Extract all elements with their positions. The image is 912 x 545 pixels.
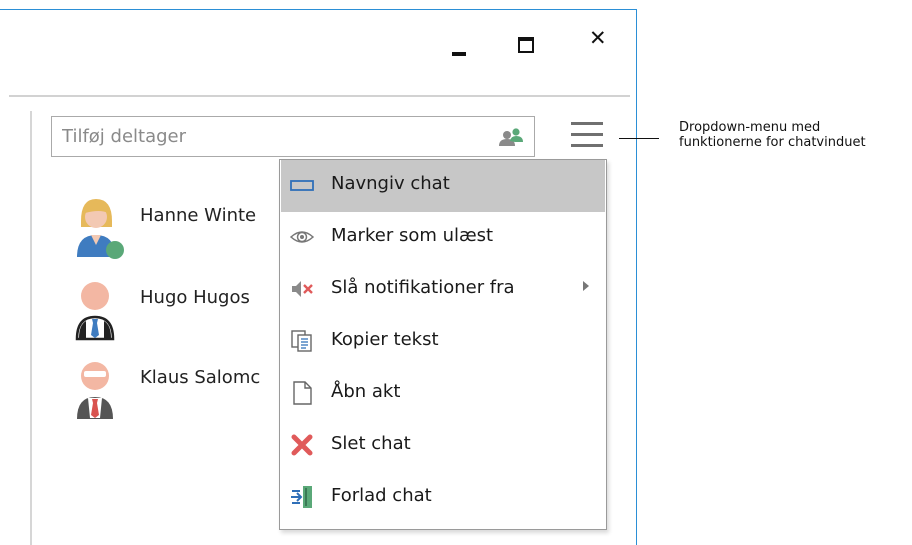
document-icon — [293, 381, 312, 405]
maximize-button[interactable] — [518, 37, 534, 53]
menu-item-label: Forlad chat — [331, 485, 432, 506]
participant-name: Hanne Winte — [140, 205, 257, 226]
menu-item-leave-chat[interactable]: Forlad chat — [281, 472, 605, 524]
add-participant-field[interactable] — [51, 116, 535, 157]
annotation-text: Dropdown-menu med funktionerne for chatv… — [679, 120, 909, 150]
menu-item-open-file[interactable]: Åbn akt — [281, 368, 605, 420]
minimize-button[interactable] — [452, 52, 466, 56]
menu-item-mark-unread[interactable]: Marker som ulæst — [281, 212, 605, 264]
female-avatar-icon — [77, 199, 124, 259]
menu-item-label: Navngiv chat — [331, 173, 450, 194]
eye-icon — [290, 231, 314, 243]
male-avatar-icon — [77, 362, 113, 419]
people-icon[interactable] — [498, 126, 524, 148]
participant-name: Hugo Hugos — [140, 287, 250, 308]
menu-item-label: Marker som ulæst — [331, 225, 494, 246]
close-button[interactable]: ✕ — [589, 28, 607, 49]
menu-item-label: Slet chat — [331, 433, 411, 454]
add-participant-input[interactable] — [62, 123, 482, 149]
menu-item-mute-notifications[interactable]: Slå notifikationer fra — [281, 264, 605, 316]
leave-icon — [291, 486, 312, 508]
left-divider — [30, 111, 32, 545]
window-border-right — [636, 9, 637, 545]
annotation-line — [619, 138, 659, 139]
menu-item-label: Åbn akt — [331, 381, 401, 402]
copy-icon — [291, 330, 312, 352]
menu-item-copy-text[interactable]: Kopier tekst — [281, 316, 605, 368]
menu-item-delete-chat[interactable]: Slet chat — [281, 420, 605, 472]
window-border-top — [0, 9, 637, 10]
rename-icon — [290, 180, 314, 191]
header-divider — [9, 95, 630, 97]
menu-item-label: Kopier tekst — [331, 329, 439, 350]
menu-item-rename-chat[interactable]: Navngiv chat — [281, 160, 605, 212]
submenu-arrow-icon — [583, 281, 589, 291]
menu-icon[interactable] — [571, 120, 603, 150]
mute-icon — [292, 281, 313, 297]
annotation-line-2: funktionerne for chatvinduet — [679, 135, 866, 150]
delete-icon — [291, 434, 313, 456]
dropdown-menu: Navngiv chat Marker som ulæst Slå notifi… — [279, 159, 607, 530]
male-avatar-icon — [75, 282, 115, 341]
menu-item-label: Slå notifikationer fra — [331, 277, 515, 298]
annotation-line-1: Dropdown-menu med — [679, 120, 821, 135]
participant-name: Klaus Salomc — [140, 367, 261, 388]
